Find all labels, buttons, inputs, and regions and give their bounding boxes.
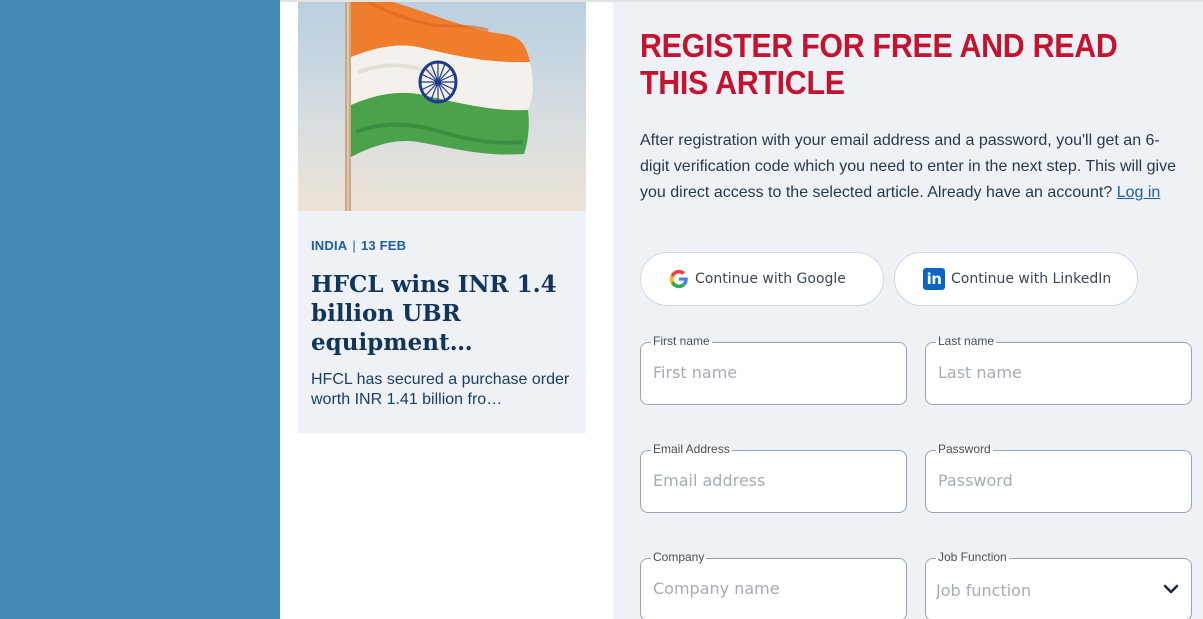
job-function-label: Job Function (936, 550, 1009, 564)
register-panel: REGISTER FOR FREE AND READ THIS ARTICLE … (613, 2, 1203, 619)
company-field[interactable]: Company (640, 550, 907, 619)
email-label: Email Address (651, 442, 732, 456)
first-name-label: First name (651, 334, 712, 348)
google-icon (669, 269, 688, 289)
article-excerpt: HFCL has secured a purchase order worth … (311, 371, 570, 408)
email-field[interactable]: Email Address (640, 442, 907, 513)
chevron-down-icon[interactable] (1163, 583, 1179, 595)
linkedin-icon: in (923, 268, 945, 290)
job-function-select[interactable]: Job Function (925, 550, 1192, 619)
article-card[interactable]: INDIA | 13 FEB HFCL wins INR 1.4 billion U… (298, 2, 586, 433)
password-field[interactable]: Password (925, 442, 1192, 513)
password-label: Password (936, 442, 993, 456)
article-meta: INDIA | 13 FEB (311, 238, 406, 253)
article-date: 13 FEB (360, 238, 407, 253)
login-link[interactable]: Log in (1117, 184, 1161, 201)
company-input[interactable] (653, 579, 893, 598)
linkedin-button-label: Continue with LinkedIn (951, 271, 1112, 287)
first-name-field[interactable]: First name (640, 334, 907, 405)
google-button-label: Continue with Google (695, 271, 846, 287)
last-name-input[interactable] (938, 363, 1178, 382)
meta-separator: | (352, 238, 356, 253)
india-flag-photo (298, 2, 586, 211)
password-input[interactable] (938, 471, 1178, 490)
google-signin-button[interactable]: Continue with Google (640, 252, 884, 306)
article-image[interactable] (298, 2, 586, 211)
first-name-input[interactable] (653, 363, 893, 382)
register-intro: After registration with your email addre… (640, 128, 1185, 206)
register-intro-text: After registration with your email addre… (640, 132, 1176, 201)
last-name-field[interactable]: Last name (925, 334, 1192, 405)
left-side-band (0, 0, 280, 619)
email-input[interactable] (653, 471, 893, 490)
linkedin-signin-button[interactable]: in Continue with LinkedIn (894, 252, 1138, 306)
last-name-label: Last name (936, 334, 997, 348)
register-heading: REGISTER FOR FREE AND READ THIS ARTICLE (640, 27, 1118, 101)
article-title[interactable]: HFCL wins INR 1.4 billion UBR equipment… (311, 270, 579, 357)
job-function-value[interactable] (936, 581, 1176, 600)
company-label: Company (651, 550, 707, 564)
article-category[interactable]: INDIA (311, 238, 347, 253)
